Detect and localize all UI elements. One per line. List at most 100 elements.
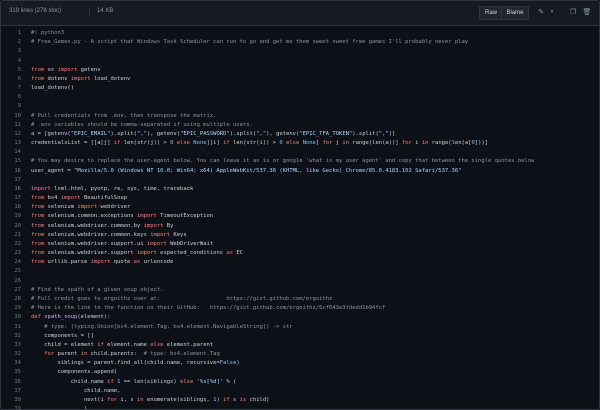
line-number[interactable]: 26 bbox=[1, 277, 31, 286]
line-number[interactable]: 20 bbox=[1, 222, 31, 231]
code-token: else bbox=[176, 140, 190, 147]
code-token: i bbox=[411, 140, 422, 147]
line-number[interactable]: 23 bbox=[1, 249, 31, 258]
line-number[interactable]: 2 bbox=[1, 38, 31, 47]
code-token: from bbox=[31, 250, 45, 257]
line-number[interactable]: 36 bbox=[1, 378, 31, 387]
line-number[interactable]: 39 bbox=[1, 405, 31, 409]
line-number[interactable]: 3 bbox=[1, 47, 31, 56]
line-number[interactable]: 5 bbox=[1, 66, 31, 75]
code-token: a = [getenv( bbox=[31, 130, 71, 137]
code-token: import bbox=[136, 213, 157, 220]
code-token: from bbox=[31, 213, 45, 220]
code-token: else bbox=[286, 140, 300, 147]
code-token: child.name bbox=[31, 378, 108, 385]
line-number[interactable]: 37 bbox=[1, 387, 31, 396]
code-token: # Find the xpath of a given soup object. bbox=[31, 286, 164, 293]
code-line: 10 # Pull credentials from .env, then tra… bbox=[1, 112, 599, 121]
line-number[interactable]: 24 bbox=[1, 258, 31, 267]
code-line: 16 user_agent = "Mozilla/5.0 (Windows NT … bbox=[1, 167, 599, 176]
code-line: 28 # Full credit goes to ergoithz over at… bbox=[1, 295, 599, 304]
line-code: # Free_Games.py - A script that Windows … bbox=[31, 39, 468, 45]
line-number[interactable]: 9 bbox=[1, 102, 31, 111]
line-code: a = [getenv("EPIC_EMAIL").split(","), ge… bbox=[31, 131, 395, 137]
code-token: BeautifulSoup bbox=[80, 195, 128, 202]
code-token: # type: bs4.element.Tag bbox=[143, 351, 220, 358]
line-code: for parent in child.parents: # type: bs4… bbox=[31, 351, 220, 357]
code-token: # Here is the link to the function on th… bbox=[31, 305, 386, 312]
code-token: import bbox=[57, 66, 78, 73]
code-token: if bbox=[107, 378, 114, 385]
line-number[interactable]: 7 bbox=[1, 84, 31, 93]
line-code: siblings = parent.find_all(child.name, r… bbox=[31, 360, 239, 366]
code-line: 37 child.name, bbox=[1, 387, 599, 396]
line-number[interactable]: 18 bbox=[1, 203, 31, 212]
line-number[interactable]: 16 bbox=[1, 167, 31, 176]
line-number[interactable]: 22 bbox=[1, 240, 31, 249]
line-number[interactable]: 34 bbox=[1, 359, 31, 368]
line-number[interactable]: 14 bbox=[1, 148, 31, 157]
line-number[interactable]: 32 bbox=[1, 350, 31, 359]
line-number[interactable]: 8 bbox=[1, 93, 31, 102]
line-number[interactable]: 27 bbox=[1, 286, 31, 295]
code-token: load_dotenv() bbox=[31, 85, 75, 92]
code-token: range(len(a[ bbox=[428, 140, 472, 147]
code-token: len(str(j)) > bbox=[120, 140, 171, 147]
code-token: getenv bbox=[77, 66, 101, 73]
code-token: from bbox=[31, 66, 45, 73]
code-token: "," bbox=[378, 130, 389, 137]
line-number[interactable]: 11 bbox=[1, 121, 31, 130]
chevron-down-icon[interactable]: ▾ bbox=[546, 6, 558, 18]
line-code: components = [] bbox=[31, 333, 94, 339]
code-token: WebDriverWait bbox=[166, 240, 214, 247]
line-number[interactable]: 19 bbox=[1, 212, 31, 221]
code-viewer: 319 lines (278 sloc) 14 KB Raw Blame ✎ ▾… bbox=[0, 0, 600, 410]
line-number[interactable]: 17 bbox=[1, 194, 31, 203]
code-token: len(str(i)) > bbox=[229, 140, 280, 147]
trash-icon[interactable]: 🗑 bbox=[581, 6, 593, 18]
code-line: 3 bbox=[1, 47, 599, 56]
code-token: j bbox=[332, 140, 343, 147]
line-number[interactable]: 12 bbox=[1, 130, 31, 139]
code-token: range(len(a))] bbox=[348, 140, 402, 147]
line-number[interactable]: 1 bbox=[1, 29, 31, 38]
code-token: selenium.webdriver.support.ui bbox=[44, 240, 147, 247]
line-number[interactable]: 35 bbox=[1, 368, 31, 377]
code-token: urlencode bbox=[140, 259, 174, 266]
code-line: 1 #! python3 bbox=[1, 29, 599, 38]
code-line: 38 next(i for i, s in enumerate(siblings… bbox=[1, 396, 599, 405]
line-number[interactable]: 15 bbox=[1, 157, 31, 166]
line-code: from selenium.webdriver.support import e… bbox=[31, 250, 243, 256]
code-token: import bbox=[136, 250, 157, 257]
line-number[interactable]: 38 bbox=[1, 396, 31, 405]
copy-icon[interactable]: ❐ bbox=[567, 6, 579, 18]
code-line: 13 credentialsList = [[a[j] if len(str(j)… bbox=[1, 139, 599, 148]
line-number[interactable]: 4 bbox=[1, 57, 31, 66]
code-token: lxml.html, pyotp, re, sys, time, traceba… bbox=[50, 185, 194, 192]
line-number[interactable]: 21 bbox=[1, 231, 31, 240]
code-line: 2 # Free_Games.py - A script that Windows… bbox=[1, 38, 599, 47]
line-number[interactable]: 17 bbox=[1, 176, 31, 185]
line-number[interactable]: 31 bbox=[1, 323, 31, 332]
line-number[interactable]: 16 bbox=[1, 185, 31, 194]
divider bbox=[89, 9, 90, 17]
code-token: % ( bbox=[223, 378, 237, 385]
code-line: 4 bbox=[1, 57, 599, 66]
line-number[interactable]: 10 bbox=[1, 112, 31, 121]
raw-button[interactable]: Raw bbox=[479, 6, 503, 20]
line-number[interactable]: 33 bbox=[1, 341, 31, 350]
line-number[interactable]: 6 bbox=[1, 75, 31, 84]
line-number[interactable]: 29 bbox=[1, 304, 31, 313]
line-number[interactable]: 13 bbox=[1, 139, 31, 148]
line-number[interactable]: 30 bbox=[1, 313, 31, 322]
line-number[interactable]: 25 bbox=[1, 267, 31, 276]
code-line: 20 from selenium.webdriver.common.by impo… bbox=[1, 222, 599, 231]
code-line: 9 bbox=[1, 102, 599, 111]
line-code: child.name, bbox=[31, 388, 120, 394]
code-token: "," bbox=[137, 130, 147, 137]
code-token: selenium.webdriver.support bbox=[44, 250, 137, 257]
file-header: 319 lines (278 sloc) 14 KB Raw Blame ✎ ▾… bbox=[1, 1, 599, 26]
blame-button[interactable]: Blame bbox=[501, 6, 529, 20]
line-number[interactable]: 32 bbox=[1, 332, 31, 341]
line-number[interactable]: 28 bbox=[1, 295, 31, 304]
